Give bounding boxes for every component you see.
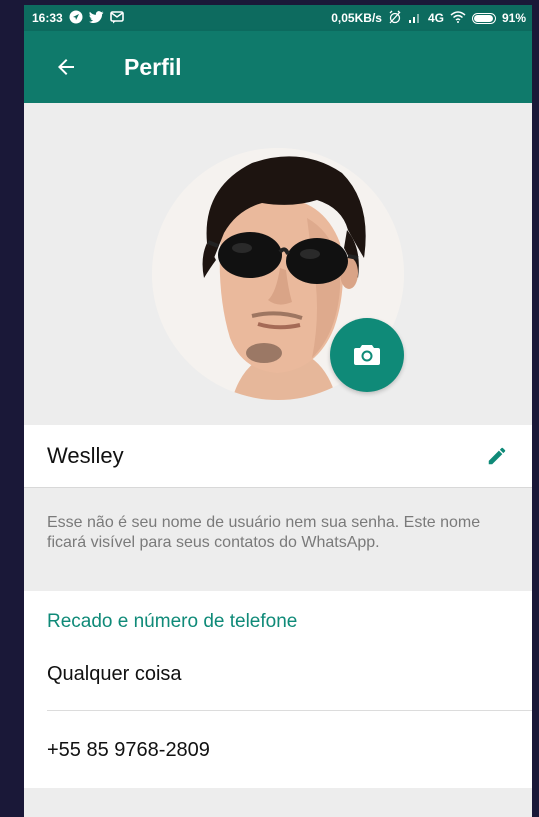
back-button[interactable] <box>38 43 94 91</box>
message-icon <box>109 10 124 26</box>
about-phone-card: Recado e número de telefone Qualquer coi… <box>24 591 532 788</box>
status-bar: 16:33 0,05KB/s 4G 91% <box>24 5 532 31</box>
change-photo-button[interactable] <box>330 318 404 392</box>
battery-percent: 91% <box>501 11 526 25</box>
alarm-off-icon <box>388 10 402 26</box>
about-row[interactable]: Qualquer coisa <box>24 635 532 710</box>
pencil-icon <box>488 447 506 465</box>
profile-name: Weslley <box>47 443 124 468</box>
status-left: 16:33 <box>32 10 124 26</box>
phone-number: +55 85 9768-2809 <box>47 739 210 761</box>
status-time: 16:33 <box>32 11 63 25</box>
section-title: Recado e número de telefone <box>47 611 298 632</box>
camera-icon <box>354 345 380 365</box>
about-text: Qualquer coisa <box>47 663 182 685</box>
navigation-icon <box>69 10 83 26</box>
wifi-icon <box>450 11 466 25</box>
phone-screen: 16:33 0,05KB/s 4G 91% Perfil Weslley Ess… <box>24 5 532 817</box>
name-row[interactable]: Weslley <box>24 425 532 488</box>
app-bar: Perfil <box>24 31 532 103</box>
status-right: 0,05KB/s 4G 91% <box>331 10 526 26</box>
profile-photo-area <box>24 103 532 425</box>
phone-row[interactable]: +55 85 9768-2809 <box>24 711 532 788</box>
arrow-left-icon <box>58 59 74 75</box>
network-speed: 0,05KB/s <box>331 11 382 25</box>
edit-name-button[interactable] <box>482 441 512 471</box>
network-type: 4G <box>427 11 444 25</box>
signal-icon <box>408 11 422 25</box>
name-hint-text: Esse não é seu nome de usuário nem sua s… <box>47 514 481 551</box>
page-title: Perfil <box>124 53 182 80</box>
twitter-icon <box>88 10 104 26</box>
battery-icon <box>471 12 496 24</box>
